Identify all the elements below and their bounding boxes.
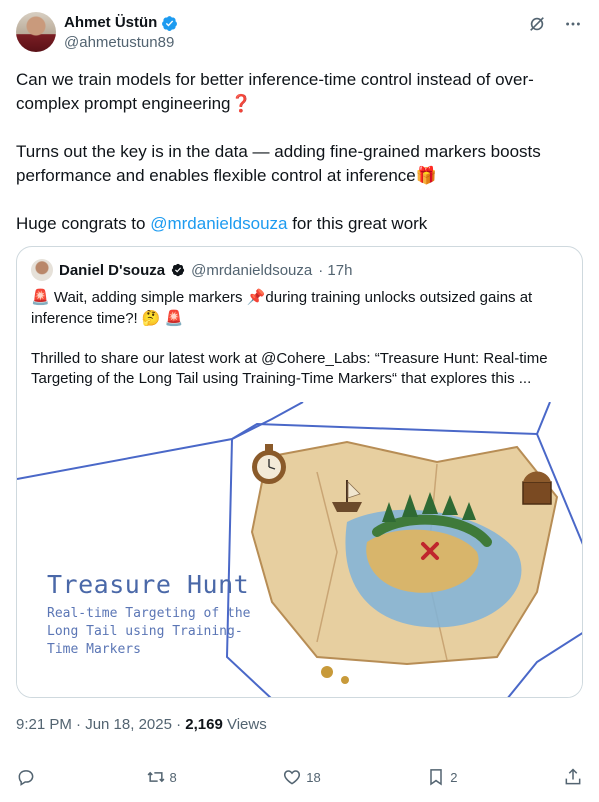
more-options-icon[interactable] (563, 14, 583, 34)
tweet-text: Can we train models for better inference… (16, 68, 583, 260)
author-name-row[interactable]: Ahmet Üstün (64, 13, 178, 33)
tweet-header: Ahmet Üstün @ahmetustun89 (16, 12, 583, 54)
views-count: 2,169 (185, 716, 223, 733)
grok-icon[interactable] (527, 14, 547, 34)
author-name[interactable]: Ahmet Üstün (64, 13, 157, 33)
quoted-author-handle[interactable]: @mrdanieldsouza (191, 262, 312, 279)
quoted-tweet-header: Daniel D'souza @mrdanieldsouza · 17h (31, 259, 352, 281)
header-icons (527, 14, 583, 34)
like-button[interactable]: 18 (282, 767, 321, 787)
heart-icon (284, 770, 301, 785)
gift-emoji-icon: 🎁 (415, 166, 437, 186)
bookmark-button[interactable]: 2 (426, 767, 457, 787)
quoted-paragraph-1: 🚨 Wait, adding simple markers 📌during tr… (31, 287, 571, 329)
thinking-emoji-icon: 🤔 (141, 309, 161, 327)
quoted-tweet-card[interactable]: Daniel D'souza @mrdanieldsouza · 17h 🚨 W… (16, 246, 583, 698)
siren-emoji-icon: 🚨 (164, 309, 184, 327)
avatar[interactable] (16, 12, 56, 52)
views-label: Views (222, 716, 267, 733)
pushpin-emoji-icon: 📌 (246, 288, 266, 306)
share-button[interactable] (563, 767, 583, 787)
verified-badge-icon (162, 15, 178, 31)
author-handle[interactable]: @ahmetustun89 (64, 33, 178, 53)
question-emoji-icon: ❓ (230, 94, 252, 114)
bookmark-count: 2 (450, 769, 458, 785)
tweet-paragraph-2: Turns out the key is in the data — addin… (16, 140, 583, 188)
tweet-line-1: Can we train models for better inference… (16, 70, 534, 113)
quoted-avatar[interactable] (31, 259, 53, 281)
repost-icon (147, 771, 164, 783)
verified-badge-icon (171, 263, 185, 277)
author-block[interactable]: Ahmet Üstün @ahmetustun89 (64, 13, 178, 53)
quoted-text-a: Wait, adding simple markers (49, 289, 247, 306)
tweet-line-2: Turns out the key is in the data — addin… (16, 142, 541, 185)
like-count: 18 (306, 769, 321, 785)
quoted-media-image[interactable]: Treasure Hunt Real-time Targeting of the… (17, 402, 582, 697)
quoted-author-name[interactable]: Daniel D'souza (59, 262, 165, 279)
action-bar: 8 18 2 (16, 762, 583, 792)
mention-link[interactable]: @mrdanieldsouza (150, 214, 287, 233)
quoted-timestamp[interactable]: · 17h (318, 262, 352, 279)
bookmark-icon (430, 769, 442, 786)
siren-emoji-icon: 🚨 (31, 288, 50, 306)
repost-button[interactable]: 8 (146, 767, 177, 787)
tweet-paragraph-1: Can we train models for better inference… (16, 68, 583, 116)
quoted-tweet-text: 🚨 Wait, adding simple markers 📌during tr… (31, 287, 571, 409)
tweet-meta: 9:21 PM · Jun 18, 2025 · 2,169 Views (16, 716, 267, 733)
reply-button[interactable] (16, 767, 40, 787)
media-title: Treasure Hunt (47, 570, 250, 599)
tweet-paragraph-3: Huge congrats to @mrdanieldsouza for thi… (16, 212, 583, 236)
tweet-line-3-prefix: Huge congrats to (16, 214, 151, 233)
tweet-timestamp[interactable]: 9:21 PM · Jun 18, 2025 · (16, 716, 185, 733)
quoted-paragraph-2: Thrilled to share our latest work at @Co… (31, 350, 548, 387)
reply-icon (18, 770, 34, 786)
share-icon (565, 768, 581, 785)
tweet-line-3-suffix: for this great work (287, 214, 428, 233)
media-subtitle: Real-time Targeting of the Long Tail usi… (47, 606, 251, 657)
repost-count: 8 (169, 769, 177, 785)
